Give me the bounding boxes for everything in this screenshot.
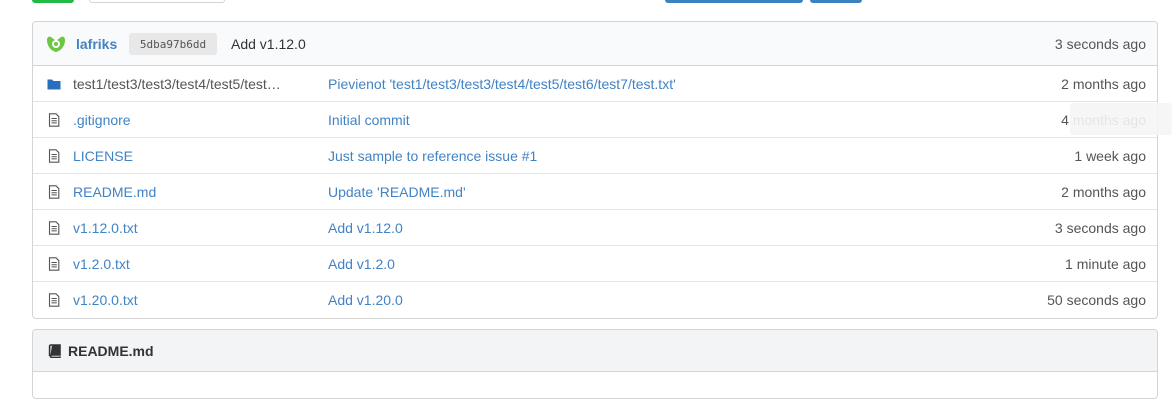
file-commit-time: 50 seconds ago <box>1047 292 1146 308</box>
blue-button-edge[interactable] <box>665 0 803 3</box>
readme-title[interactable]: README.md <box>68 343 154 359</box>
file-commit-link[interactable]: Add v1.2.0 <box>328 256 395 272</box>
outline-button-edge[interactable] <box>89 0 225 3</box>
file-commit-link[interactable]: Initial commit <box>328 112 410 128</box>
tooltip-remnant <box>1070 103 1172 135</box>
file-row[interactable]: test1/test3/test3/test4/test5/test… Pievi… <box>33 66 1157 102</box>
commit-author-link[interactable]: lafriks <box>76 36 117 52</box>
avatar[interactable] <box>45 34 67 54</box>
file-name-link[interactable]: LICENSE <box>73 148 309 164</box>
file-row[interactable]: v1.20.0.txt Add v1.20.0 50 seconds ago <box>33 282 1157 318</box>
file-row[interactable]: README.md Update 'README.md' 2 months ago <box>33 174 1157 210</box>
file-text-icon <box>48 221 60 235</box>
readme-header: README.md <box>33 330 1157 372</box>
book-icon <box>48 343 61 358</box>
file-name-link[interactable]: README.md <box>73 184 309 200</box>
file-row[interactable]: v1.12.0.txt Add v1.12.0 3 seconds ago <box>33 210 1157 246</box>
blue-small-button-edge[interactable] <box>810 0 862 3</box>
file-commit-link[interactable]: Update 'README.md' <box>328 184 466 200</box>
file-row[interactable]: .gitignoreInitial commit4 months ago <box>33 102 1157 138</box>
file-commit-link[interactable]: Add v1.12.0 <box>328 220 403 236</box>
commit-time: 3 seconds ago <box>1054 35 1146 52</box>
folder-icon <box>47 79 61 90</box>
readme-panel: README.md <box>32 329 1158 399</box>
file-commit-time: 3 seconds ago <box>1054 219 1146 236</box>
file-row[interactable]: v1.2.0.txt Add v1.2.0 1 minute ago <box>33 246 1157 282</box>
file-commit-time: 1 minute ago <box>1065 255 1146 272</box>
commit-sha-badge[interactable]: 5dba97b6dd <box>129 33 217 55</box>
file-name-link[interactable]: v1.12.0.txt <box>73 220 309 236</box>
file-name-link[interactable]: .gitignore <box>73 112 309 128</box>
file-text-icon <box>48 149 60 163</box>
file-commit-link[interactable]: Pievienot 'test1/test3/test3/test4/test5… <box>328 76 676 92</box>
file-row[interactable]: LICENSE Just sample to reference issue #1… <box>33 138 1157 174</box>
file-text-icon <box>48 185 60 199</box>
file-text-icon <box>48 293 60 307</box>
file-commit-time: 2 months ago <box>1061 183 1146 200</box>
file-commit-time: 1 week ago <box>1074 147 1146 164</box>
file-text-icon <box>48 113 60 127</box>
latest-commit-header: lafriks 5dba97b6dd Add v1.12.0 3 seconds… <box>33 22 1157 66</box>
repo-file-table: lafriks 5dba97b6dd Add v1.12.0 3 seconds… <box>32 21 1158 319</box>
file-name-link[interactable]: test1/test3/test3/test4/test5/test… <box>73 76 309 92</box>
file-text-icon <box>48 257 60 271</box>
file-name-link[interactable]: v1.2.0.txt <box>73 256 309 272</box>
file-commit-link[interactable]: Add v1.20.0 <box>328 292 403 308</box>
commit-message: Add v1.12.0 <box>231 35 306 52</box>
file-commit-time: 2 months ago <box>1061 75 1146 92</box>
file-commit-link[interactable]: Just sample to reference issue #1 <box>328 148 537 164</box>
green-button-edge[interactable] <box>32 0 74 3</box>
file-name-link[interactable]: v1.20.0.txt <box>73 292 309 308</box>
top-toolbar-edge <box>0 0 1172 4</box>
